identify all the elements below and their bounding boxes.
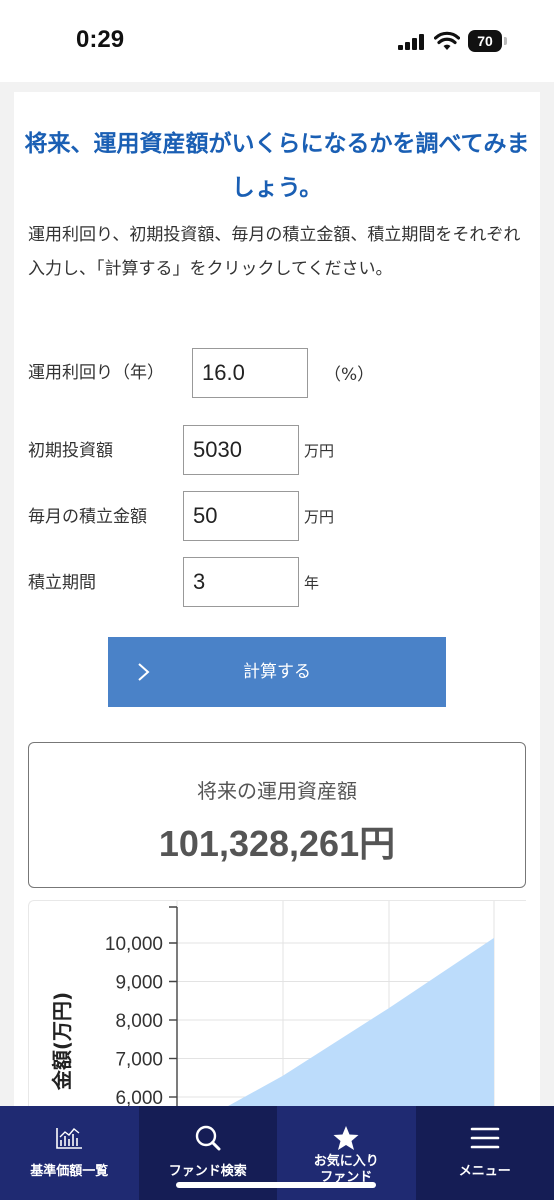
star-icon bbox=[333, 1126, 359, 1150]
status-bar: 0:29 70 bbox=[0, 0, 554, 82]
simulator-card: 将来、運用資産額がいくらになるかを調べてみましょう。 運用利回り、初期投資額、毎… bbox=[14, 92, 540, 1152]
chart-icon bbox=[56, 1128, 83, 1149]
nav-label-menu: メニュー bbox=[458, 1164, 511, 1179]
y-tick-label: 7,000 bbox=[115, 1050, 163, 1071]
home-indicator bbox=[176, 1182, 376, 1188]
result-box: 将来の運用資産額 101,328,261円 bbox=[28, 742, 526, 888]
result-label: 将来の運用資産額 bbox=[197, 779, 357, 803]
initial-unit: 万円 bbox=[304, 442, 335, 460]
y-tick-label: 8,000 bbox=[115, 1011, 163, 1032]
y-tick-label: 10,000 bbox=[105, 934, 163, 955]
rate-label: 運用利回り（年） bbox=[28, 363, 164, 383]
chevron-right-icon bbox=[138, 663, 150, 681]
initial-input[interactable]: 5030 bbox=[183, 425, 299, 475]
menu-icon bbox=[470, 1127, 500, 1149]
nav-label-price-list: 基準価額一覧 bbox=[30, 1164, 109, 1179]
search-icon bbox=[195, 1125, 221, 1151]
nav-menu[interactable]: メニュー bbox=[415, 1106, 554, 1200]
period-input[interactable]: 3 bbox=[183, 557, 299, 607]
y-axis-label: 金額(万円) bbox=[50, 992, 74, 1091]
wifi-icon bbox=[434, 31, 460, 50]
signal-icon bbox=[398, 34, 426, 50]
intro-text: 運用利回り、初期投資額、毎月の積立金額、積立期間をそれぞれ入力し、「計算する」を… bbox=[28, 225, 521, 279]
rate-input[interactable]: 16.0 bbox=[192, 348, 308, 398]
rate-unit: （%） bbox=[324, 365, 375, 385]
monthly-unit: 万円 bbox=[304, 508, 335, 526]
page-title: 将来、運用資産額がいくらになるかを調べてみましょう。 bbox=[24, 131, 530, 201]
battery-level: 70 bbox=[468, 30, 502, 52]
monthly-label: 毎月の積立金額 bbox=[28, 507, 147, 527]
result-value: 101,328,261円 bbox=[158, 823, 396, 864]
nav-price-list[interactable]: 基準価額一覧 bbox=[0, 1106, 139, 1200]
nav-label-fund-search: ファンド検索 bbox=[168, 1164, 247, 1179]
calculate-button[interactable]: 計算する bbox=[108, 637, 446, 707]
initial-label: 初期投資額 bbox=[28, 441, 113, 461]
y-tick-label: 9,000 bbox=[115, 973, 163, 994]
monthly-input[interactable]: 50 bbox=[183, 491, 299, 541]
status-time: 0:29 bbox=[76, 26, 125, 53]
battery-icon: 70 bbox=[468, 30, 508, 52]
period-label: 積立期間 bbox=[28, 573, 96, 593]
period-unit: 年 bbox=[304, 574, 320, 592]
calculate-button-label: 計算する bbox=[243, 662, 311, 682]
